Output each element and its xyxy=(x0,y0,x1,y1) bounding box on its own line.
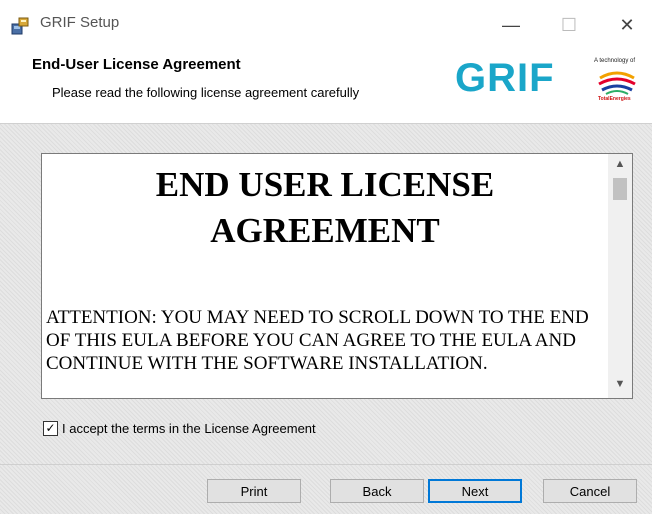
print-button[interactable]: Print xyxy=(207,479,301,503)
back-button[interactable]: Back xyxy=(330,479,424,503)
logo-tagline: A technology of xyxy=(594,58,636,64)
dialog-header: End-User License Agreement Please read t… xyxy=(0,50,652,122)
setup-app-icon xyxy=(11,17,29,35)
accept-terms-row[interactable]: ✓ I accept the terms in the License Agre… xyxy=(43,421,316,436)
eula-textbox[interactable]: END USER LICENSE AGREEMENT ATTENTION: YO… xyxy=(41,153,633,399)
scroll-thumb[interactable] xyxy=(613,178,627,200)
accept-terms-checkbox[interactable]: ✓ xyxy=(43,421,58,436)
minimize-icon: — xyxy=(502,14,520,35)
close-button[interactable]: ✕ xyxy=(604,8,650,42)
accept-terms-label[interactable]: I accept the terms in the License Agreem… xyxy=(62,421,316,436)
dialog-body: END USER LICENSE AGREEMENT ATTENTION: YO… xyxy=(0,123,652,464)
maximize-button[interactable]: ☐ xyxy=(546,8,592,42)
title-bar: GRIF Setup — ☐ ✕ xyxy=(0,0,652,50)
totalenergies-logo-icon xyxy=(598,71,636,95)
close-icon: ✕ xyxy=(619,14,635,35)
minimize-button[interactable]: — xyxy=(488,8,534,42)
cancel-button[interactable]: Cancel xyxy=(543,479,637,503)
checkmark-icon: ✓ xyxy=(45,421,56,435)
grif-logo: GRIF xyxy=(455,56,555,100)
window-title: GRIF Setup xyxy=(40,14,120,31)
eula-content: END USER LICENSE AGREEMENT ATTENTION: YO… xyxy=(42,154,608,398)
button-bar: Print Back Next Cancel xyxy=(0,464,652,514)
page-subtitle: Please read the following license agreem… xyxy=(52,85,360,100)
eula-scrollbar[interactable]: ▲ ▼ xyxy=(608,154,632,398)
logo-company: TotalEnergies xyxy=(598,96,631,102)
page-title: End-User License Agreement xyxy=(32,56,241,73)
scroll-down-icon[interactable]: ▼ xyxy=(608,378,632,392)
maximize-icon: ☐ xyxy=(560,14,578,35)
next-button[interactable]: Next xyxy=(428,479,522,503)
scroll-up-icon[interactable]: ▲ xyxy=(608,158,632,172)
eula-attention-text: ATTENTION: YOU MAY NEED TO SCROLL DOWN T… xyxy=(46,307,589,374)
eula-heading: END USER LICENSE AGREEMENT xyxy=(155,165,495,250)
